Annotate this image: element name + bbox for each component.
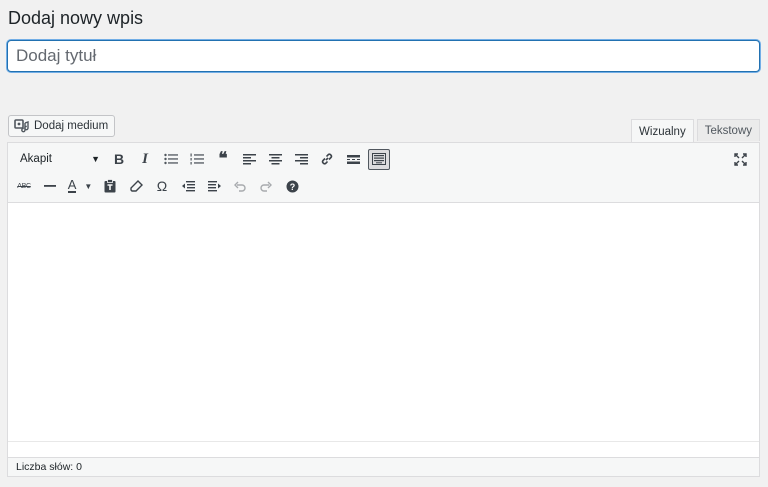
add-media-icon (14, 119, 29, 133)
align-left-icon[interactable] (236, 147, 262, 171)
editor-status-bar: Liczba słów: 0 (8, 457, 759, 476)
svg-text:?: ? (289, 182, 295, 192)
editor-content-area[interactable] (8, 203, 759, 443)
editor-tabs: Wizualny Tekstowy (631, 119, 760, 143)
add-media-button[interactable]: Dodaj medium (8, 115, 116, 137)
align-right-icon[interactable] (288, 147, 314, 171)
bold-icon[interactable]: B (106, 147, 132, 171)
chevron-down-icon: ▼ (84, 181, 93, 191)
post-title-input[interactable] (8, 41, 759, 71)
tab-text[interactable]: Tekstowy (696, 119, 760, 141)
editor-toolbar: Akapit ▼ B I ❝ ABC A ▼ Ω ? (8, 143, 759, 203)
format-select[interactable]: Akapit ▼ (14, 148, 106, 170)
indent-icon[interactable] (201, 174, 227, 198)
add-media-label: Dodaj medium (34, 120, 109, 132)
horizontal-line-icon[interactable] (37, 174, 63, 198)
format-select-value: Akapit (20, 153, 52, 165)
clear-formatting-icon[interactable] (123, 174, 149, 198)
text-color-letter-icon: A (67, 177, 77, 193)
page-title: Dodaj nowy wpis (8, 8, 144, 28)
text-color-icon[interactable]: A ▼ (63, 174, 97, 198)
post-editor: Akapit ▼ B I ❝ ABC A ▼ Ω ? Liczba słów: … (7, 142, 760, 477)
align-center-icon[interactable] (262, 147, 288, 171)
blockquote-icon[interactable]: ❝ (210, 147, 236, 171)
toolbar-row-1: Akapit ▼ B I ❝ (8, 146, 392, 172)
italic-icon[interactable]: I (132, 147, 158, 171)
outdent-icon[interactable] (175, 174, 201, 198)
redo-icon[interactable] (253, 174, 279, 198)
toolbar-row-2: ABC A ▼ Ω ? (8, 173, 305, 199)
numbered-list-icon[interactable] (184, 147, 210, 171)
word-count: Liczba słów: 0 (16, 461, 82, 473)
link-icon[interactable] (314, 147, 340, 171)
read-more-icon[interactable] (340, 147, 366, 171)
chevron-down-icon: ▼ (91, 154, 100, 164)
tab-visual[interactable]: Wizualny (631, 119, 694, 143)
paste-as-text-icon[interactable] (97, 174, 123, 198)
bulleted-list-icon[interactable] (158, 147, 184, 171)
fullscreen-icon[interactable] (727, 147, 753, 171)
strikethrough-icon[interactable]: ABC (11, 174, 37, 198)
editor-resize-area (8, 441, 759, 457)
post-title-field[interactable] (7, 40, 760, 72)
toolbar-toggle-icon[interactable] (368, 148, 390, 170)
undo-icon[interactable] (227, 174, 253, 198)
help-icon[interactable]: ? (279, 174, 305, 198)
special-character-icon[interactable]: Ω (149, 174, 175, 198)
